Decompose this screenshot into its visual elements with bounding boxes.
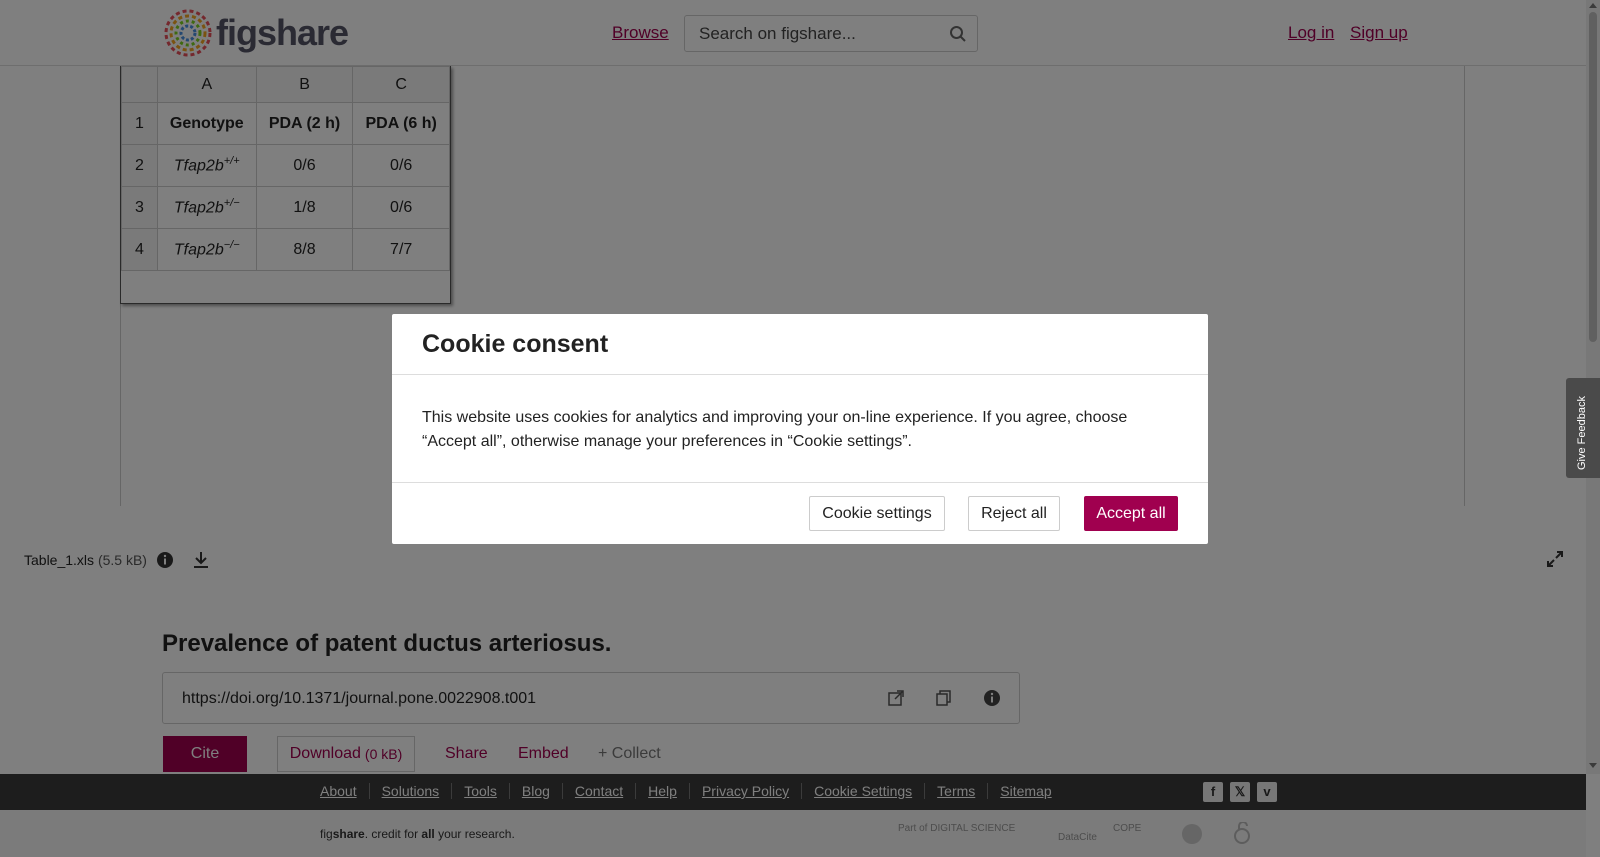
divider	[392, 374, 1208, 375]
accept-all-button[interactable]: Accept all	[1084, 496, 1178, 531]
cookie-dialog-body: This website uses cookies for analytics …	[422, 409, 1128, 450]
divider	[392, 482, 1208, 483]
cookie-consent-dialog: Cookie consent This website uses cookies…	[392, 314, 1208, 544]
feedback-label: Give Feedback	[1576, 396, 1588, 470]
cookie-settings-button[interactable]: Cookie settings	[809, 496, 945, 531]
give-feedback-tab[interactable]: Give Feedback	[1566, 378, 1600, 478]
cookie-dialog-title: Cookie consent	[422, 330, 609, 358]
reject-all-button[interactable]: Reject all	[968, 496, 1060, 531]
